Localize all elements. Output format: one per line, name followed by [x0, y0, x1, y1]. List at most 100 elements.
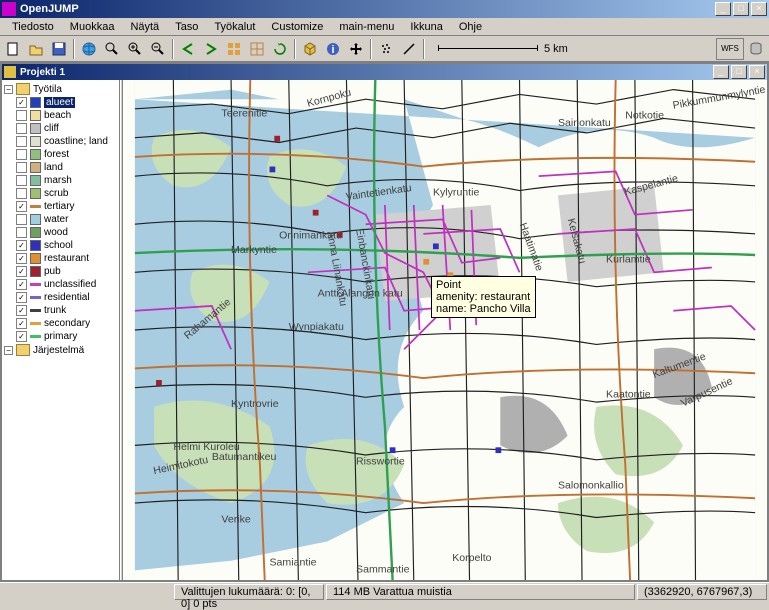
map-svg[interactable]: Teerenitie Kornpoku Sairionkatu Notkotie… — [123, 80, 767, 580]
open-button[interactable] — [25, 38, 47, 60]
project-maximize-button[interactable]: □ — [731, 65, 747, 79]
svg-text:Antti Alangon katu: Antti Alangon katu — [318, 287, 403, 299]
line-button[interactable] — [398, 38, 420, 60]
layer-label: school — [44, 240, 73, 251]
layer-item[interactable]: ✓ restaurant — [4, 252, 117, 265]
layer-checkbox[interactable] — [16, 188, 27, 199]
layer-checkbox[interactable] — [16, 149, 27, 160]
layer-label: restaurant — [44, 253, 89, 264]
menu-main[interactable]: main-menu — [331, 19, 402, 35]
layer-swatch — [30, 136, 41, 147]
layer-item[interactable]: forest — [4, 148, 117, 161]
project-title: Projekti 1 — [20, 67, 713, 78]
zoom-button[interactable] — [101, 38, 123, 60]
tree-root[interactable]: − Työtila — [4, 82, 117, 96]
layer-tree[interactable]: − Työtila ✓alueetbeachcliffcoastline; la… — [2, 80, 120, 580]
layer-item[interactable]: ✓alueet — [4, 96, 117, 109]
new-button[interactable] — [2, 38, 24, 60]
db-button[interactable] — [745, 38, 767, 60]
collapse-icon[interactable]: − — [4, 85, 13, 94]
menu-customize[interactable]: Customize — [263, 19, 331, 35]
layer-label: forest — [44, 149, 69, 160]
layer-item[interactable]: wood — [4, 226, 117, 239]
layer-item[interactable]: ✓pub — [4, 265, 117, 278]
menu-nayta[interactable]: Näytä — [122, 19, 167, 35]
layer-label: marsh — [44, 175, 72, 186]
layer-item[interactable]: ✓secondary — [4, 317, 117, 330]
globe-button[interactable] — [78, 38, 100, 60]
layer-label: wood — [44, 227, 68, 238]
layer-checkbox[interactable] — [16, 136, 27, 147]
layer-checkbox[interactable]: ✓ — [16, 292, 27, 303]
collapse-icon[interactable]: − — [4, 346, 13, 355]
layer-checkbox[interactable] — [16, 123, 27, 134]
layer-item[interactable]: ✓unclassified — [4, 278, 117, 291]
layer-checkbox[interactable]: ✓ — [16, 201, 27, 212]
layer-item[interactable]: scrub — [4, 187, 117, 200]
pan-button[interactable] — [345, 38, 367, 60]
layer-swatch — [30, 149, 41, 160]
layer-label: tertiary — [44, 201, 75, 212]
layer-checkbox[interactable]: ✓ — [16, 253, 27, 264]
layer-item[interactable]: ✓ school — [4, 239, 117, 252]
save-button[interactable] — [48, 38, 70, 60]
zoom-in-button[interactable] — [124, 38, 146, 60]
map-canvas[interactable]: Teerenitie Kornpoku Sairionkatu Notkotie… — [123, 80, 767, 580]
tooltip-amenity: amenity: restaurant — [436, 291, 531, 303]
layer-item[interactable]: beach — [4, 109, 117, 122]
tree-system[interactable]: − Järjestelmä — [4, 343, 117, 357]
layer-checkbox[interactable] — [16, 175, 27, 186]
grid-button[interactable] — [223, 38, 245, 60]
app-icon — [2, 2, 16, 16]
layer-checkbox[interactable]: ✓ — [16, 97, 27, 108]
layer-checkbox[interactable] — [16, 110, 27, 121]
layer-swatch — [30, 123, 41, 134]
layer-item[interactable]: water — [4, 213, 117, 226]
menu-ikkuna[interactable]: Ikkuna — [402, 19, 450, 35]
layer-item[interactable]: ✓residential — [4, 291, 117, 304]
project-close-button[interactable]: × — [749, 65, 765, 79]
project-titlebar: Projekti 1 _ □ × — [2, 64, 767, 80]
layer-checkbox[interactable]: ✓ — [16, 331, 27, 342]
refresh-button[interactable] — [269, 38, 291, 60]
layer-swatch — [30, 240, 41, 251]
zoom-out-button[interactable] — [147, 38, 169, 60]
layer-item[interactable]: ✓primary — [4, 330, 117, 343]
layer-swatch — [30, 214, 41, 225]
layer-checkbox[interactable]: ✓ — [16, 305, 27, 316]
scale-bar: 5 km — [438, 43, 568, 55]
layer-item[interactable]: coastline; land — [4, 135, 117, 148]
layer-checkbox[interactable] — [16, 214, 27, 225]
layer-checkbox[interactable]: ✓ — [16, 279, 27, 290]
menu-muokkaa[interactable]: Muokkaa — [62, 19, 123, 35]
layer-checkbox[interactable]: ✓ — [16, 266, 27, 277]
grid2-button[interactable] — [246, 38, 268, 60]
layer-swatch — [30, 188, 41, 199]
minimize-button[interactable]: _ — [715, 2, 731, 16]
close-button[interactable]: × — [751, 2, 767, 16]
spray-button[interactable] — [375, 38, 397, 60]
next-button[interactable] — [200, 38, 222, 60]
layer-item[interactable]: land — [4, 161, 117, 174]
layer-item[interactable]: marsh — [4, 174, 117, 187]
maximize-button[interactable]: □ — [733, 2, 749, 16]
layer-checkbox[interactable]: ✓ — [16, 240, 27, 251]
toolbar: i 5 km WFS — [0, 36, 769, 62]
svg-text:Wynpiakatu: Wynpiakatu — [289, 321, 344, 333]
info-button[interactable]: i — [322, 38, 344, 60]
menu-tasot[interactable]: Taso — [167, 19, 206, 35]
wfs-button[interactable]: WFS — [716, 38, 744, 60]
layer-checkbox[interactable] — [16, 227, 27, 238]
project-minimize-button[interactable]: _ — [713, 65, 729, 79]
layer-item[interactable]: ✓ tertiary — [4, 200, 117, 213]
prev-button[interactable] — [177, 38, 199, 60]
menu-tyokalut[interactable]: Työkalut — [206, 19, 263, 35]
menu-ohje[interactable]: Ohje — [451, 19, 490, 35]
menu-tiedosto[interactable]: Tiedosto — [4, 19, 62, 35]
layer-item[interactable]: ✓trunk — [4, 304, 117, 317]
box-button[interactable] — [299, 38, 321, 60]
layer-item[interactable]: cliff — [4, 122, 117, 135]
svg-text:Kylyruntie: Kylyruntie — [433, 186, 480, 198]
layer-checkbox[interactable]: ✓ — [16, 318, 27, 329]
layer-checkbox[interactable] — [16, 162, 27, 173]
